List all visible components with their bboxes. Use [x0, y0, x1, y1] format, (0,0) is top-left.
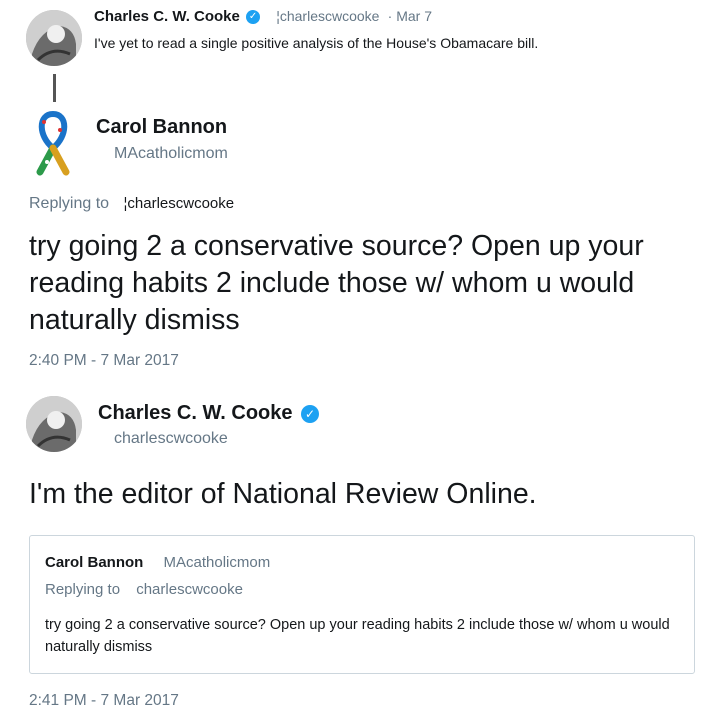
tweet-timestamp[interactable]: 2:41 PM - 7 Mar 2017	[29, 692, 179, 710]
tweet-header: Charles C. W. Cooke ✓ ¦charlescwcooke · …	[94, 8, 432, 25]
thread-connector-line	[53, 74, 56, 102]
avatar-charles-cooke[interactable]	[26, 10, 82, 66]
avatar-photo-icon	[26, 396, 82, 452]
quoted-header: Carol Bannon MAcatholicmom	[45, 554, 270, 571]
avatar-carol-bannon[interactable]	[30, 108, 76, 176]
tweet-date[interactable]: · Mar 7	[388, 8, 432, 24]
replying-to-label: Replying to	[29, 195, 110, 212]
author-name[interactable]: Carol Bannon	[96, 116, 227, 139]
awareness-ribbon-icon	[36, 110, 70, 176]
quoted-tweet-card[interactable]: Carol Bannon MAcatholicmom Replying to c…	[29, 535, 695, 674]
verified-badge-icon: ✓	[301, 404, 320, 423]
response-text: I'm the editor of National Review Online…	[29, 478, 537, 510]
tweet-header: Charles C. W. Cooke ✓	[98, 402, 320, 425]
avatar-photo-icon	[26, 10, 82, 66]
quoted-author-handle[interactable]: MAcatholicmom	[164, 554, 271, 571]
reply-text: try going 2 a conservative source? Open …	[29, 230, 644, 336]
replying-to-label: Replying to	[45, 581, 121, 598]
author-name[interactable]: Charles C. W. Cooke	[94, 8, 240, 25]
author-handle[interactable]: ¦charlescwcooke	[276, 8, 379, 24]
tweet-timestamp[interactable]: 2:40 PM - 7 Mar 2017	[29, 352, 179, 370]
quoted-replying-to-line: Replying to charlescwcooke	[45, 581, 243, 598]
quoted-text: try going 2 a conservative source? Open …	[45, 617, 670, 655]
replying-to-handle[interactable]: ¦charlescwcooke	[124, 195, 235, 212]
author-handle[interactable]: charlescwcooke	[114, 430, 228, 448]
tweet-text: I've yet to read a single positive analy…	[94, 35, 539, 51]
author-name[interactable]: Charles C. W. Cooke	[98, 402, 293, 424]
replying-to-handle[interactable]: charlescwcooke	[136, 581, 243, 598]
replying-to-line: Replying to ¦charlescwcooke	[29, 195, 234, 213]
quoted-author-name[interactable]: Carol Bannon	[45, 554, 143, 571]
verified-badge-icon: ✓	[246, 10, 261, 25]
avatar-charles-cooke[interactable]	[26, 396, 82, 452]
author-handle[interactable]: MAcatholicmom	[114, 145, 228, 163]
